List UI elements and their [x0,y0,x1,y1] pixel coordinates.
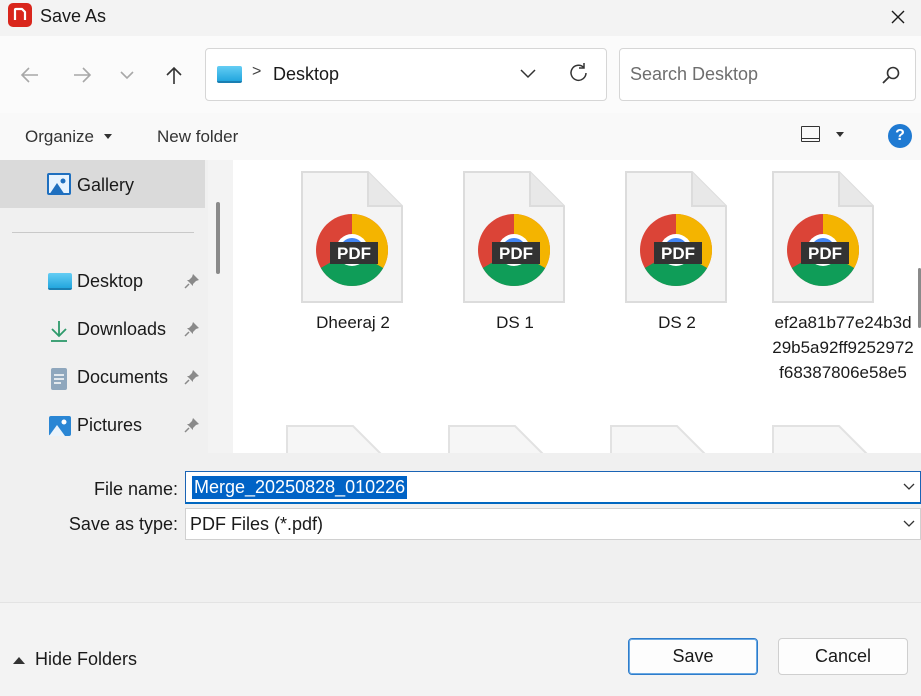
chevron-down-icon[interactable] [902,517,916,531]
sidebar-item-label: Gallery [77,175,135,195]
breadcrumb-desktop[interactable]: Desktop [273,64,339,85]
pdf-file-icon: PDF [625,171,727,303]
file-name[interactable]: DS 1 [445,310,585,335]
pdf-badge: PDF [499,244,533,263]
pdf-file-icon: PDF [772,171,874,303]
save-options-panel: File name: Merge_20250828_010226 Save as… [0,453,921,696]
forward-button[interactable] [67,60,97,90]
pictures-icon [49,416,71,436]
file-name[interactable]: Dheeraj 2 [283,310,423,335]
sidebar-item-downloads[interactable]: Downloads [0,309,205,349]
pdf-badge: PDF [808,244,842,263]
recent-locations-button[interactable] [112,60,142,90]
pin-icon[interactable] [184,273,200,289]
address-dropdown-button[interactable] [518,63,538,88]
save-as-type-select[interactable]: PDF Files (*.pdf) [185,508,921,540]
hide-folders-label: Hide Folders [35,649,138,669]
file-name[interactable]: DS 2 [607,310,747,335]
chevron-up-icon [13,656,25,664]
file-thumbnail-partial[interactable] [771,424,875,453]
pdf-badge: PDF [337,244,371,263]
address-bar[interactable]: > Desktop [205,48,607,101]
sidebar-item-label: Pictures [77,415,143,435]
save-as-type-value[interactable]: PDF Files (*.pdf) [190,514,323,535]
pdf-badge: PDF [661,244,695,263]
search-icon [882,66,900,84]
file-thumbnail-partial[interactable] [285,424,389,453]
command-bar: Organize New folder ? [0,113,921,160]
sidebar-item-pictures[interactable]: Pictures [0,405,205,445]
up-button[interactable] [159,60,189,90]
refresh-icon [570,63,587,82]
organize-menu[interactable]: Organize [25,127,94,147]
gallery-icon [47,173,71,195]
window-title: Save As [40,6,107,26]
navigation-bar: > Desktop Search Desktop [0,36,921,113]
pin-icon[interactable] [184,369,200,385]
close-button[interactable] [875,0,921,34]
back-button[interactable] [15,60,45,90]
file-name-field[interactable]: Merge_20250828_010226 [185,471,921,504]
hide-folders-button[interactable]: Hide Folders [12,649,137,670]
close-icon [891,10,905,24]
title-bar: Save As [0,0,921,36]
desktop-folder-icon [217,66,242,83]
file-name-label: File name: [93,479,178,499]
pdf-file-icon: PDF [463,171,565,303]
pin-icon[interactable] [184,321,200,337]
download-icon [51,321,67,342]
file-thumbnail-partial[interactable] [609,424,713,453]
pdf-file-icon: PDF [301,171,403,303]
dialog-footer: Hide Folders Save Cancel [0,603,921,696]
file-name[interactable]: ef2a81b77e24b3d29b5a92ff9252972f68387806… [769,310,917,385]
file-name-value[interactable]: Merge_20250828_010226 [192,476,408,499]
pdf-app-icon [8,3,32,27]
caret-down-icon [104,134,112,139]
search-box[interactable]: Search Desktop [619,48,916,101]
sidebar-item-label: Desktop [77,271,144,291]
new-folder-button[interactable]: New folder [157,127,238,147]
arrow-left-icon [20,67,38,83]
cancel-button[interactable]: Cancel [778,638,908,675]
chevron-down-icon[interactable] [902,480,916,494]
file-thumbnail-partial[interactable] [447,424,551,453]
file-list: PDF Dheeraj 2 PDF DS 1 PDF DS 2 PDF ef2a… [233,160,921,453]
sidebar-item-label: Documents [77,367,169,387]
save-as-type-label: Save as type: [68,514,178,534]
divider [12,232,194,233]
chevron-down-icon [520,69,536,79]
document-icon [51,368,67,390]
pin-icon[interactable] [184,417,200,433]
desktop-folder-icon [48,273,72,290]
arrow-up-icon [166,66,182,84]
sidebar-item-desktop[interactable]: Desktop [0,261,205,301]
chevron-down-icon [120,71,134,80]
view-layout-icon[interactable] [801,126,820,142]
caret-down-icon[interactable] [836,132,844,137]
breadcrumb-separator: > [252,63,262,80]
save-button[interactable]: Save [628,638,758,675]
sidebar-item-documents[interactable]: Documents [0,357,205,397]
navigation-pane: Gallery Desktop Downloads Documents Pict… [0,160,208,453]
sidebar-item-gallery[interactable]: Gallery [0,160,205,208]
sidebar-scrollbar[interactable] [216,202,220,274]
sidebar-item-label: Downloads [77,319,167,339]
arrow-right-icon [74,67,92,83]
help-icon[interactable]: ? [888,124,912,148]
search-input[interactable]: Search Desktop [630,64,758,85]
refresh-button[interactable] [568,61,590,90]
